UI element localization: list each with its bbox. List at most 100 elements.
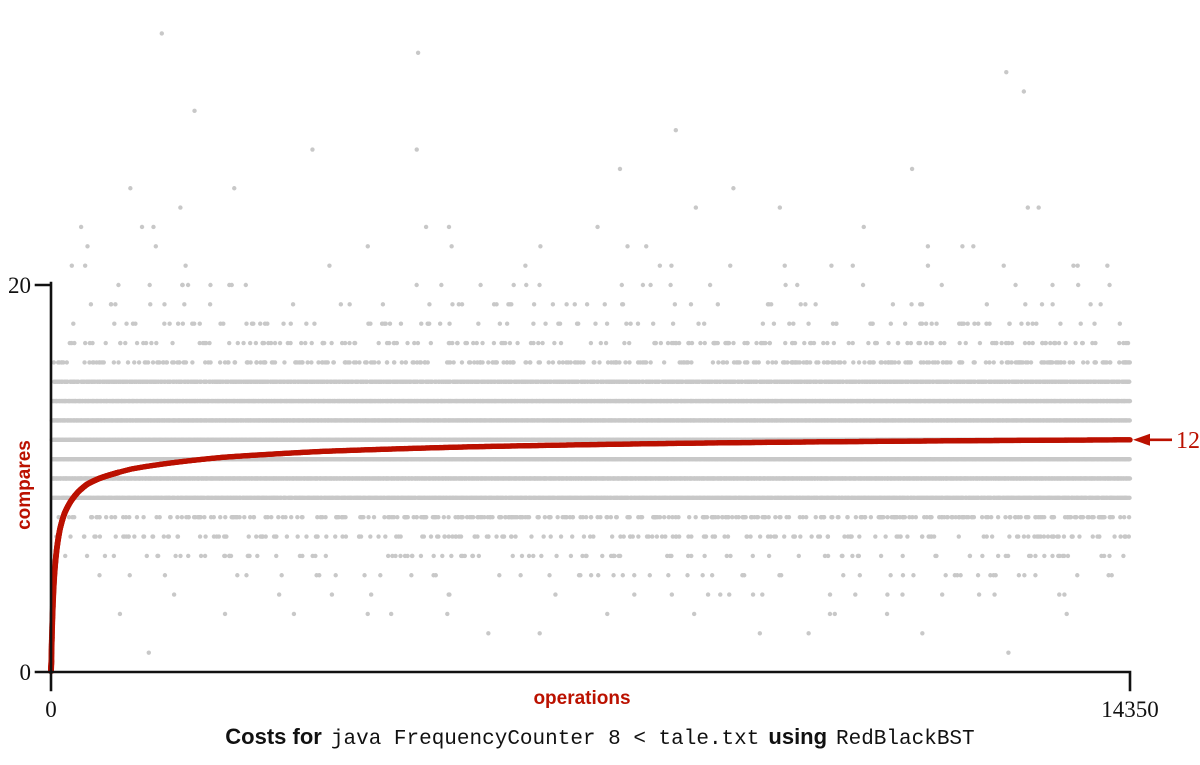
scatter-point: [1016, 573, 1022, 578]
scatter-point: [825, 553, 831, 559]
scatter-point: [1064, 611, 1069, 617]
scatter-point: [68, 534, 73, 539]
scatter-point: [1112, 534, 1117, 539]
scatter-point: [526, 515, 532, 520]
scatter-point: [1075, 573, 1080, 578]
scatter-point: [849, 534, 854, 539]
scatter-point: [1006, 650, 1011, 655]
scatter-point: [362, 573, 367, 578]
scatter-point: [1100, 515, 1105, 520]
chart-figure: 20 0 0 14350 compares operations 12 Cost…: [0, 0, 1200, 760]
scatter-point: [398, 534, 403, 539]
scatter-point: [862, 515, 868, 520]
scatter-point: [1032, 534, 1037, 539]
scatter-point: [193, 515, 198, 520]
scatter-point: [146, 650, 151, 655]
scatter-point: [297, 553, 303, 559]
scatter-point: [766, 553, 772, 559]
scatter-point: [173, 553, 178, 559]
scatter-point: [405, 553, 410, 559]
scatter-point: [700, 515, 706, 520]
scatter-point: [431, 515, 437, 520]
scatter-point: [900, 592, 905, 597]
scatter-point: [535, 515, 540, 520]
scatter-point: [653, 515, 658, 520]
scatter-point: [418, 553, 424, 559]
scatter-point: [757, 631, 763, 636]
scatter-point: [553, 592, 558, 597]
scatter-point: [414, 515, 419, 520]
scatter-point: [315, 515, 320, 520]
scatter-point: [1106, 573, 1111, 578]
scatter-point: [829, 515, 835, 520]
scatter-point: [453, 515, 458, 520]
scatter-point: [368, 592, 374, 597]
scatter-point: [730, 515, 735, 520]
scatter-point: [1051, 534, 1056, 539]
scatter-point: [1057, 553, 1062, 559]
scatter-point: [584, 553, 589, 559]
scatter-point: [1007, 515, 1013, 520]
scatter-point: [580, 515, 586, 520]
scatter-point: [1107, 553, 1112, 559]
scatter-point: [611, 573, 616, 578]
scatter-point: [1045, 534, 1051, 539]
scatter-point: [784, 515, 789, 520]
scatter-point: [639, 515, 645, 520]
scatter-point: [928, 534, 934, 539]
scatter-point: [283, 515, 288, 520]
scatter-point: [772, 534, 777, 539]
scatter-point: [689, 553, 694, 559]
scatter-point: [979, 515, 985, 520]
scatter-point: [581, 534, 587, 539]
scatter-point: [727, 592, 732, 597]
scatter-point: [709, 573, 715, 578]
scatter-point: [365, 611, 370, 617]
scatter-point: [1110, 515, 1115, 520]
scatter-point: [446, 534, 451, 539]
scatter-point: [175, 515, 180, 520]
scatter-point: [723, 515, 729, 520]
scatter-point: [197, 534, 203, 539]
scatter-point: [905, 534, 910, 539]
scatter-point: [179, 515, 185, 520]
scatter-point: [1003, 515, 1008, 520]
scatter-point: [853, 515, 859, 520]
scatter-point: [1005, 553, 1011, 559]
scatter-point: [816, 534, 821, 539]
scatter-point: [84, 553, 90, 559]
scatter-point: [470, 553, 476, 559]
scatter-point: [995, 553, 1001, 559]
scatter-point: [760, 592, 765, 597]
scatter-point: [486, 534, 491, 539]
scatter-point: [431, 553, 436, 559]
scatter-point: [186, 553, 191, 559]
scatter-point: [510, 553, 515, 559]
scatter-point: [1026, 534, 1031, 539]
scatter-point: [222, 611, 228, 617]
scatter-point: [587, 534, 593, 539]
scatter-point: [632, 573, 637, 578]
scatter-point: [942, 515, 947, 520]
scatter-point: [459, 515, 465, 520]
scatter-point: [609, 534, 615, 539]
scatter-point: [299, 515, 305, 520]
scatter-point: [324, 534, 329, 539]
scatter-point: [460, 553, 465, 559]
scatter-point: [1033, 553, 1038, 559]
scatter-point: [255, 553, 260, 559]
scatter-point: [1118, 515, 1123, 520]
scatter-point: [832, 611, 838, 617]
scatter-point: [171, 592, 177, 597]
scatter-point: [141, 515, 146, 520]
scatter-point: [410, 553, 415, 559]
scatter-point: [251, 515, 256, 520]
scatter-point: [117, 611, 123, 617]
scatter-point: [857, 573, 863, 578]
scatter-point: [636, 515, 641, 520]
scatter-point: [1033, 515, 1038, 520]
scatter-point: [885, 515, 890, 520]
scatter-point: [883, 534, 888, 539]
scatter-point: [839, 553, 845, 559]
scatter-point: [1126, 456, 1132, 462]
